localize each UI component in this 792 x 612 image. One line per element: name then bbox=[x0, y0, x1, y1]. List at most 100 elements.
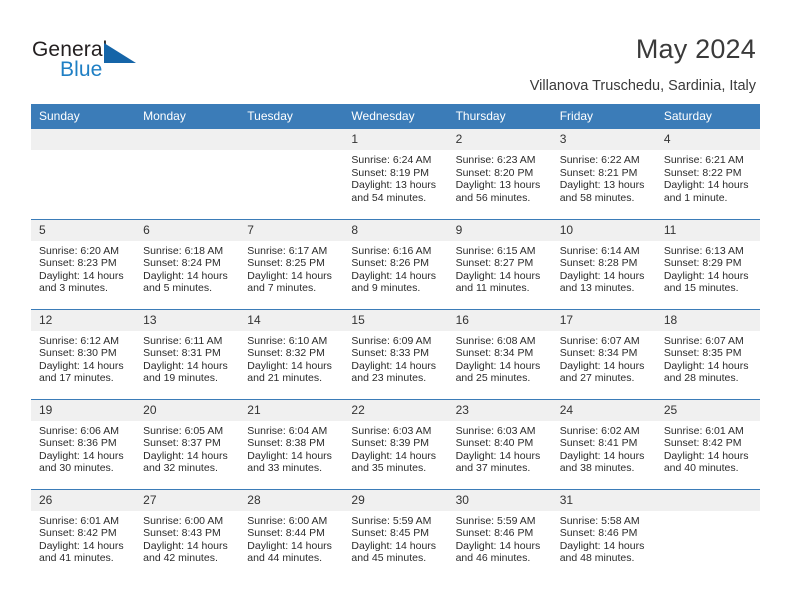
day-detail-line: and 32 minutes. bbox=[143, 462, 218, 475]
day-detail-line: Daylight: 14 hours bbox=[559, 539, 645, 552]
calendar-day-cell[interactable]: 10 Sunrise: 6:14 AM Sunset: 8:28 PM Dayligh… bbox=[551, 218, 656, 309]
calendar-week-row: 26 Sunrise: 6:01 AM Sunset: 8:42 PM Dayligh… bbox=[31, 488, 760, 579]
day-number: 2 bbox=[447, 129, 552, 150]
day-number: 4 bbox=[655, 129, 760, 150]
day-number: 26 bbox=[31, 489, 136, 511]
day-details: Sunrise: 6:12 AM Sunset: 8:30 PM Daylight:… bbox=[31, 331, 135, 385]
day-detail-line: Sunset: 8:32 PM bbox=[247, 347, 325, 360]
day-number: 8 bbox=[343, 219, 448, 241]
calendar-body: 1 Sunrise: 6:24 AM Sunset: 8:19 PM Daylight… bbox=[31, 129, 760, 579]
calendar-day-cell[interactable]: 4 Sunrise: 6:21 AM Sunset: 8:22 PM Daylight… bbox=[655, 129, 760, 219]
calendar-day-cell[interactable]: 27 Sunrise: 6:00 AM Sunset: 8:43 PM Dayligh… bbox=[135, 488, 240, 579]
day-detail-line: Daylight: 14 hours bbox=[351, 539, 437, 552]
calendar-header-row: Sunday Monday Tuesday Wednesday Thursday Frid… bbox=[31, 104, 760, 129]
calendar-day-cell[interactable]: 16 Sunrise: 6:08 AM Sunset: 8:34 PM Dayligh… bbox=[447, 308, 552, 399]
day-detail-line: Daylight: 14 hours bbox=[663, 359, 749, 372]
day-detail-line: and 1 minute. bbox=[663, 191, 728, 204]
calendar-day-cell[interactable]: 12 Sunrise: 6:12 AM Sunset: 8:30 PM Dayligh… bbox=[31, 308, 136, 399]
day-detail-line: Sunset: 8:46 PM bbox=[455, 527, 534, 540]
day-detail-line: Sunrise: 6:17 AM bbox=[247, 244, 328, 257]
day-detail-line: Sunrise: 6:21 AM bbox=[663, 154, 744, 166]
day-detail-line: Daylight: 14 hours bbox=[247, 359, 332, 372]
day-detail-line: Daylight: 14 hours bbox=[455, 269, 541, 282]
calendar-day-cell[interactable]: 3 Sunrise: 6:22 AM Sunset: 8:21 PM Daylight… bbox=[551, 129, 656, 219]
calendar-day-cell[interactable]: 21 Sunrise: 6:04 AM Sunset: 8:38 PM Dayligh… bbox=[239, 398, 344, 489]
day-details: Sunrise: 6:01 AM Sunset: 8:42 PM Daylight:… bbox=[656, 421, 760, 475]
day-detail-line: Sunrise: 6:03 AM bbox=[455, 424, 536, 437]
day-number: 17 bbox=[551, 309, 656, 331]
day-detail-line: and 13 minutes. bbox=[559, 282, 635, 295]
calendar-day-cell[interactable]: 18 Sunrise: 6:07 AM Sunset: 8:35 PM Dayligh… bbox=[655, 308, 760, 399]
calendar-day-cell[interactable]: 9 Sunrise: 6:15 AM Sunset: 8:27 PM Daylight… bbox=[447, 218, 552, 309]
calendar-day-cell[interactable]: 31 Sunrise: 5:58 AM Sunset: 8:46 PM Dayligh… bbox=[551, 488, 656, 579]
day-detail-line: Sunrise: 6:15 AM bbox=[455, 244, 536, 257]
calendar-day-cell[interactable]: 22 Sunrise: 6:03 AM Sunset: 8:39 PM Dayligh… bbox=[343, 398, 448, 489]
calendar-day-cell[interactable]: 1 Sunrise: 6:24 AM Sunset: 8:19 PM Daylight… bbox=[343, 129, 448, 219]
day-detail-line: Daylight: 14 hours bbox=[663, 179, 749, 192]
day-number: 22 bbox=[343, 399, 448, 421]
calendar-day-cell[interactable]: 19 Sunrise: 6:06 AM Sunset: 8:36 PM Dayligh… bbox=[31, 398, 136, 489]
day-details: Sunrise: 6:13 AM Sunset: 8:29 PM Daylight:… bbox=[656, 241, 760, 295]
day-detail-line: and 54 minutes. bbox=[351, 191, 427, 204]
day-number: 27 bbox=[135, 489, 240, 511]
day-number: 24 bbox=[551, 399, 656, 421]
day-details: Sunrise: 6:22 AM Sunset: 8:21 PM Daylight:… bbox=[552, 150, 656, 204]
day-details: Sunrise: 6:03 AM Sunset: 8:39 PM Daylight:… bbox=[343, 421, 447, 475]
day-detail-line: Sunrise: 6:00 AM bbox=[143, 514, 224, 527]
day-number: 25 bbox=[655, 399, 760, 421]
day-detail-line: and 48 minutes. bbox=[559, 552, 635, 565]
day-detail-line: and 58 minutes. bbox=[559, 191, 635, 204]
day-details: Sunrise: 6:04 AM Sunset: 8:38 PM Daylight:… bbox=[239, 421, 343, 475]
day-detail-line: and 9 minutes. bbox=[351, 282, 421, 295]
calendar-day-cell[interactable]: 8 Sunrise: 6:16 AM Sunset: 8:26 PM Daylight… bbox=[343, 218, 448, 309]
day-number: 20 bbox=[135, 399, 240, 421]
weekday-header-tuesday: Tuesday bbox=[239, 104, 344, 129]
day-detail-line: Sunset: 8:20 PM bbox=[455, 166, 534, 179]
calendar-day-cell[interactable]: 20 Sunrise: 6:05 AM Sunset: 8:37 PM Dayligh… bbox=[135, 398, 240, 489]
day-number: 10 bbox=[551, 219, 656, 241]
calendar-day-cell[interactable]: 26 Sunrise: 6:01 AM Sunset: 8:42 PM Dayligh… bbox=[31, 488, 136, 579]
day-detail-line: Daylight: 14 hours bbox=[455, 359, 541, 372]
calendar-day-cell[interactable]: 7 Sunrise: 6:17 AM Sunset: 8:25 PM Daylight… bbox=[239, 218, 344, 309]
calendar-day-cell[interactable]: 5 Sunrise: 6:20 AM Sunset: 8:23 PM Daylight… bbox=[31, 218, 136, 309]
day-detail-line: Sunset: 8:31 PM bbox=[143, 347, 221, 360]
calendar-day-cell[interactable]: 24 Sunrise: 6:02 AM Sunset: 8:41 PM Dayligh… bbox=[551, 398, 656, 489]
calendar-day-cell[interactable]: 11 Sunrise: 6:13 AM Sunset: 8:29 PM Dayligh… bbox=[655, 218, 760, 309]
calendar-day-cell[interactable]: 28 Sunrise: 6:00 AM Sunset: 8:44 PM Dayligh… bbox=[239, 488, 344, 579]
calendar-day-cell[interactable]: 6 Sunrise: 6:18 AM Sunset: 8:24 PM Daylight… bbox=[135, 218, 240, 309]
calendar-day-cell[interactable]: 29 Sunrise: 5:59 AM Sunset: 8:45 PM Dayligh… bbox=[343, 488, 448, 579]
day-detail-line: Sunrise: 6:07 AM bbox=[559, 334, 640, 347]
calendar-day-cell[interactable]: 23 Sunrise: 6:03 AM Sunset: 8:40 PM Dayligh… bbox=[447, 398, 552, 489]
day-detail-line: Daylight: 14 hours bbox=[455, 449, 541, 462]
day-detail-line: Sunset: 8:45 PM bbox=[351, 527, 430, 540]
day-detail-line: Sunset: 8:34 PM bbox=[559, 347, 638, 360]
day-detail-line: Daylight: 14 hours bbox=[39, 359, 124, 372]
day-details: Sunrise: 5:58 AM Sunset: 8:46 PM Daylight:… bbox=[552, 511, 656, 565]
calendar-day-cell-empty bbox=[655, 488, 760, 579]
day-detail-line: and 30 minutes. bbox=[39, 462, 114, 475]
day-detail-line: Sunrise: 6:01 AM bbox=[663, 424, 744, 437]
calendar-day-cell[interactable]: 17 Sunrise: 6:07 AM Sunset: 8:34 PM Dayligh… bbox=[551, 308, 656, 399]
day-number: 5 bbox=[31, 219, 136, 241]
day-details: Sunrise: 6:00 AM Sunset: 8:44 PM Daylight:… bbox=[239, 511, 343, 565]
brand-logo[interactable]: General Blue bbox=[32, 38, 162, 86]
day-details: Sunrise: 6:17 AM Sunset: 8:25 PM Daylight:… bbox=[239, 241, 343, 295]
weekday-header-wednesday: Wednesday bbox=[343, 104, 448, 129]
page-title: May 2024 bbox=[635, 34, 756, 64]
day-detail-line: Sunrise: 6:18 AM bbox=[143, 244, 224, 257]
calendar-day-cell[interactable]: 2 Sunrise: 6:23 AM Sunset: 8:20 PM Daylight… bbox=[447, 129, 552, 219]
calendar-day-cell[interactable]: 14 Sunrise: 6:10 AM Sunset: 8:32 PM Dayligh… bbox=[239, 308, 344, 399]
calendar-day-cell[interactable]: 25 Sunrise: 6:01 AM Sunset: 8:42 PM Dayligh… bbox=[655, 398, 760, 489]
day-detail-line: and 19 minutes. bbox=[143, 372, 218, 385]
day-detail-line: and 42 minutes. bbox=[143, 552, 218, 565]
day-detail-line: Sunrise: 5:59 AM bbox=[351, 514, 432, 527]
calendar-day-cell[interactable]: 15 Sunrise: 6:09 AM Sunset: 8:33 PM Dayligh… bbox=[343, 308, 448, 399]
day-details bbox=[135, 150, 239, 154]
day-details: Sunrise: 6:20 AM Sunset: 8:23 PM Daylight:… bbox=[31, 241, 135, 295]
day-number: 13 bbox=[135, 309, 240, 331]
calendar-day-cell[interactable]: 30 Sunrise: 5:59 AM Sunset: 8:46 PM Dayligh… bbox=[447, 488, 552, 579]
calendar-day-cell[interactable]: 13 Sunrise: 6:11 AM Sunset: 8:31 PM Dayligh… bbox=[135, 308, 240, 399]
day-detail-line: Sunrise: 6:00 AM bbox=[247, 514, 328, 527]
day-details: Sunrise: 6:21 AM Sunset: 8:22 PM Daylight:… bbox=[656, 150, 760, 204]
day-detail-line: and 7 minutes. bbox=[247, 282, 317, 295]
